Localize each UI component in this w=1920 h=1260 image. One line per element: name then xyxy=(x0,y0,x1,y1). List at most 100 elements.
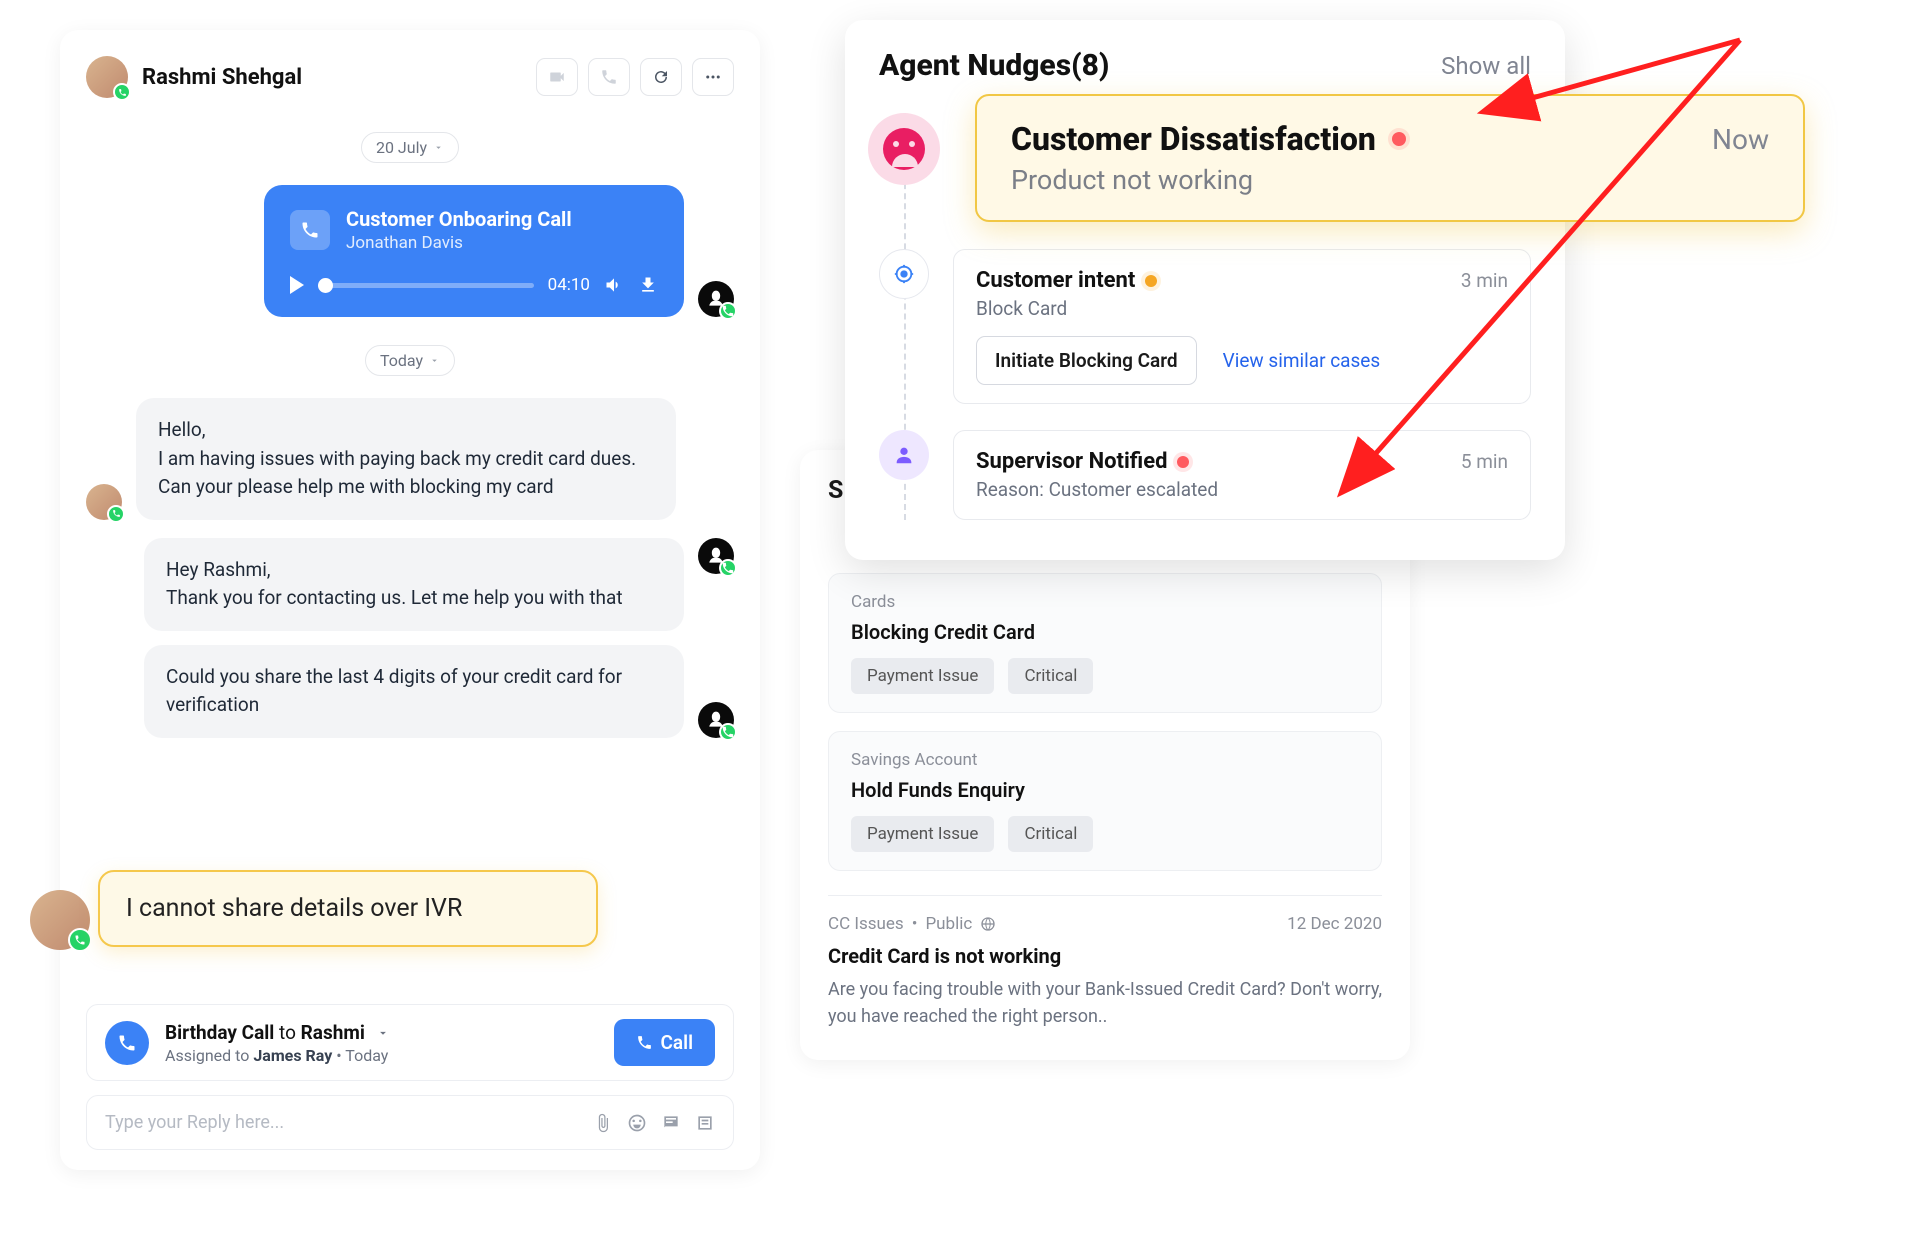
call-type: Birthday Call xyxy=(165,1021,274,1044)
more-button[interactable] xyxy=(692,58,734,96)
article-title: Credit Card is not working xyxy=(828,944,1382,968)
reply-bar xyxy=(86,1095,734,1150)
agent-message-group: Hey Rashmi, Thank you for contacting us.… xyxy=(86,538,734,738)
assign-line-1[interactable]: Birthday Call to Rashmi xyxy=(165,1021,598,1044)
emoji-icon[interactable] xyxy=(627,1113,647,1133)
audio-subtitle: Jonathan Davis xyxy=(346,233,572,253)
reply-input[interactable] xyxy=(105,1112,581,1133)
supervisor-icon xyxy=(879,430,929,480)
nudge-title-text: Customer intent xyxy=(976,268,1135,293)
audio-message-card: Customer Onboaring Call Jonathan Davis 0… xyxy=(264,185,684,317)
voice-call-button[interactable] xyxy=(588,58,630,96)
customer-avatar xyxy=(86,484,122,520)
chevron-down-icon xyxy=(429,355,440,366)
assignment-bar: Birthday Call to Rashmi Assigned to Jame… xyxy=(86,1004,734,1081)
card-tag: Critical xyxy=(1008,816,1093,852)
presence-badge xyxy=(719,302,737,320)
message-bubble: Hey Rashmi, Thank you for contacting us.… xyxy=(144,538,684,631)
nudge-title-text: Supervisor Notified xyxy=(976,449,1167,474)
assignee: James Ray xyxy=(253,1046,332,1065)
customer-message-group: Hello, I am having issues with paying ba… xyxy=(86,398,734,520)
nudges-title: Agent Nudges(8) xyxy=(879,48,1109,83)
attachment-icon[interactable] xyxy=(593,1113,613,1133)
download-icon[interactable] xyxy=(638,275,658,295)
agent-avatar xyxy=(698,281,734,317)
call-button-label: Call xyxy=(661,1031,694,1054)
show-all-link[interactable]: Show all xyxy=(1441,52,1531,80)
presence-badge xyxy=(107,505,125,523)
nudge-highlight-popup: Customer Dissatisfaction Now Product not… xyxy=(975,94,1805,222)
suggestions-title-partial: S xyxy=(828,476,843,505)
audio-player: 04:10 xyxy=(290,275,658,295)
audio-thumb[interactable] xyxy=(318,278,333,293)
nudge-card-title: Customer intent xyxy=(976,268,1157,293)
refresh-button[interactable] xyxy=(640,58,682,96)
call-button[interactable]: Call xyxy=(614,1019,716,1066)
contact-block: Rashmi Shehgal xyxy=(86,56,302,98)
article-visibility: Public xyxy=(925,914,972,934)
message-bubble: Hello, I am having issues with paying ba… xyxy=(136,398,676,520)
nudge-card-title: Supervisor Notified xyxy=(976,449,1189,474)
header-actions xyxy=(536,58,734,96)
sad-face-icon xyxy=(868,113,940,185)
nudge-time: 3 min xyxy=(1461,269,1508,292)
card-category: Cards xyxy=(851,592,1359,612)
nudge-card: Supervisor Notified 5 min Reason: Custom… xyxy=(953,430,1531,520)
nudge-pop-title: Customer Dissatisfaction xyxy=(1011,120,1406,158)
to-name: Rashmi xyxy=(301,1021,365,1044)
kb-article[interactable]: CC Issues• Public 12 Dec 2020 Credit Car… xyxy=(828,895,1382,1030)
contact-avatar[interactable] xyxy=(86,56,128,98)
article-folder: CC Issues xyxy=(828,914,904,934)
card-tag: Payment Issue xyxy=(851,658,994,694)
nudge-sub: Block Card xyxy=(976,297,1508,320)
date-separator-2[interactable]: Today xyxy=(365,345,455,376)
message-bubble: Could you share the last 4 digits of you… xyxy=(144,645,684,738)
video-call-button[interactable] xyxy=(536,58,578,96)
globe-icon xyxy=(980,916,996,932)
phone-badge-icon xyxy=(105,1021,149,1065)
view-similar-cases-link[interactable]: View similar cases xyxy=(1223,349,1381,372)
initiate-blocking-button[interactable]: Initiate Blocking Card xyxy=(976,336,1197,385)
assigned-word: Assigned to xyxy=(165,1046,253,1065)
assign-line-2: Assigned to James Ray • Today xyxy=(165,1046,598,1065)
callout-text: I cannot share details over IVR xyxy=(126,894,462,923)
nudge-time: 5 min xyxy=(1461,450,1508,473)
chevron-down-icon xyxy=(433,142,444,153)
audio-time: 04:10 xyxy=(548,275,590,295)
suggestion-card[interactable]: Savings Account Hold Funds Enquiry Payme… xyxy=(828,731,1382,871)
date-separator-1[interactable]: 20 July xyxy=(361,132,459,163)
message-text: Hello, I am having issues with paying ba… xyxy=(158,416,654,502)
chevron-down-icon xyxy=(376,1026,390,1040)
card-tag: Payment Issue xyxy=(851,816,994,852)
card-category: Savings Account xyxy=(851,750,1359,770)
callout-bubble: I cannot share details over IVR xyxy=(98,870,598,947)
suggestion-card[interactable]: Cards Blocking Credit Card Payment Issue… xyxy=(828,573,1382,713)
presence-badge xyxy=(719,723,737,741)
date-2-label: Today xyxy=(380,351,423,370)
chat-header: Rashmi Shehgal xyxy=(86,56,734,98)
presence-badge xyxy=(113,83,131,101)
nudge-sub: Reason: Customer escalated xyxy=(976,478,1508,501)
article-date: 12 Dec 2020 xyxy=(1287,914,1382,934)
target-icon xyxy=(879,249,929,299)
status-dot-red xyxy=(1177,456,1189,468)
callout-avatar xyxy=(30,890,90,950)
nudge-item-supervisor: Supervisor Notified 5 min Reason: Custom… xyxy=(879,430,1531,520)
card-title: Hold Funds Enquiry xyxy=(851,778,1359,802)
note-icon[interactable] xyxy=(695,1113,715,1133)
contact-name: Rashmi Shehgal xyxy=(142,65,302,90)
agent-avatar xyxy=(698,538,734,574)
canned-response-icon[interactable] xyxy=(661,1113,681,1133)
volume-icon[interactable] xyxy=(604,275,624,295)
agent-avatar xyxy=(698,702,734,738)
nudge-pop-time: Now xyxy=(1712,123,1769,156)
phone-icon xyxy=(290,210,330,250)
status-dot-red xyxy=(1392,132,1406,146)
audio-track[interactable] xyxy=(318,283,534,288)
audio-message-row: Customer Onboaring Call Jonathan Davis 0… xyxy=(86,185,734,317)
message-text: Hey Rashmi, Thank you for contacting us.… xyxy=(166,556,662,613)
play-button[interactable] xyxy=(290,276,304,294)
article-desc: Are you facing trouble with your Bank-Is… xyxy=(828,976,1382,1030)
message-text: Could you share the last 4 digits of you… xyxy=(166,663,662,720)
nudge-pop-sub: Product not working xyxy=(1011,164,1769,196)
